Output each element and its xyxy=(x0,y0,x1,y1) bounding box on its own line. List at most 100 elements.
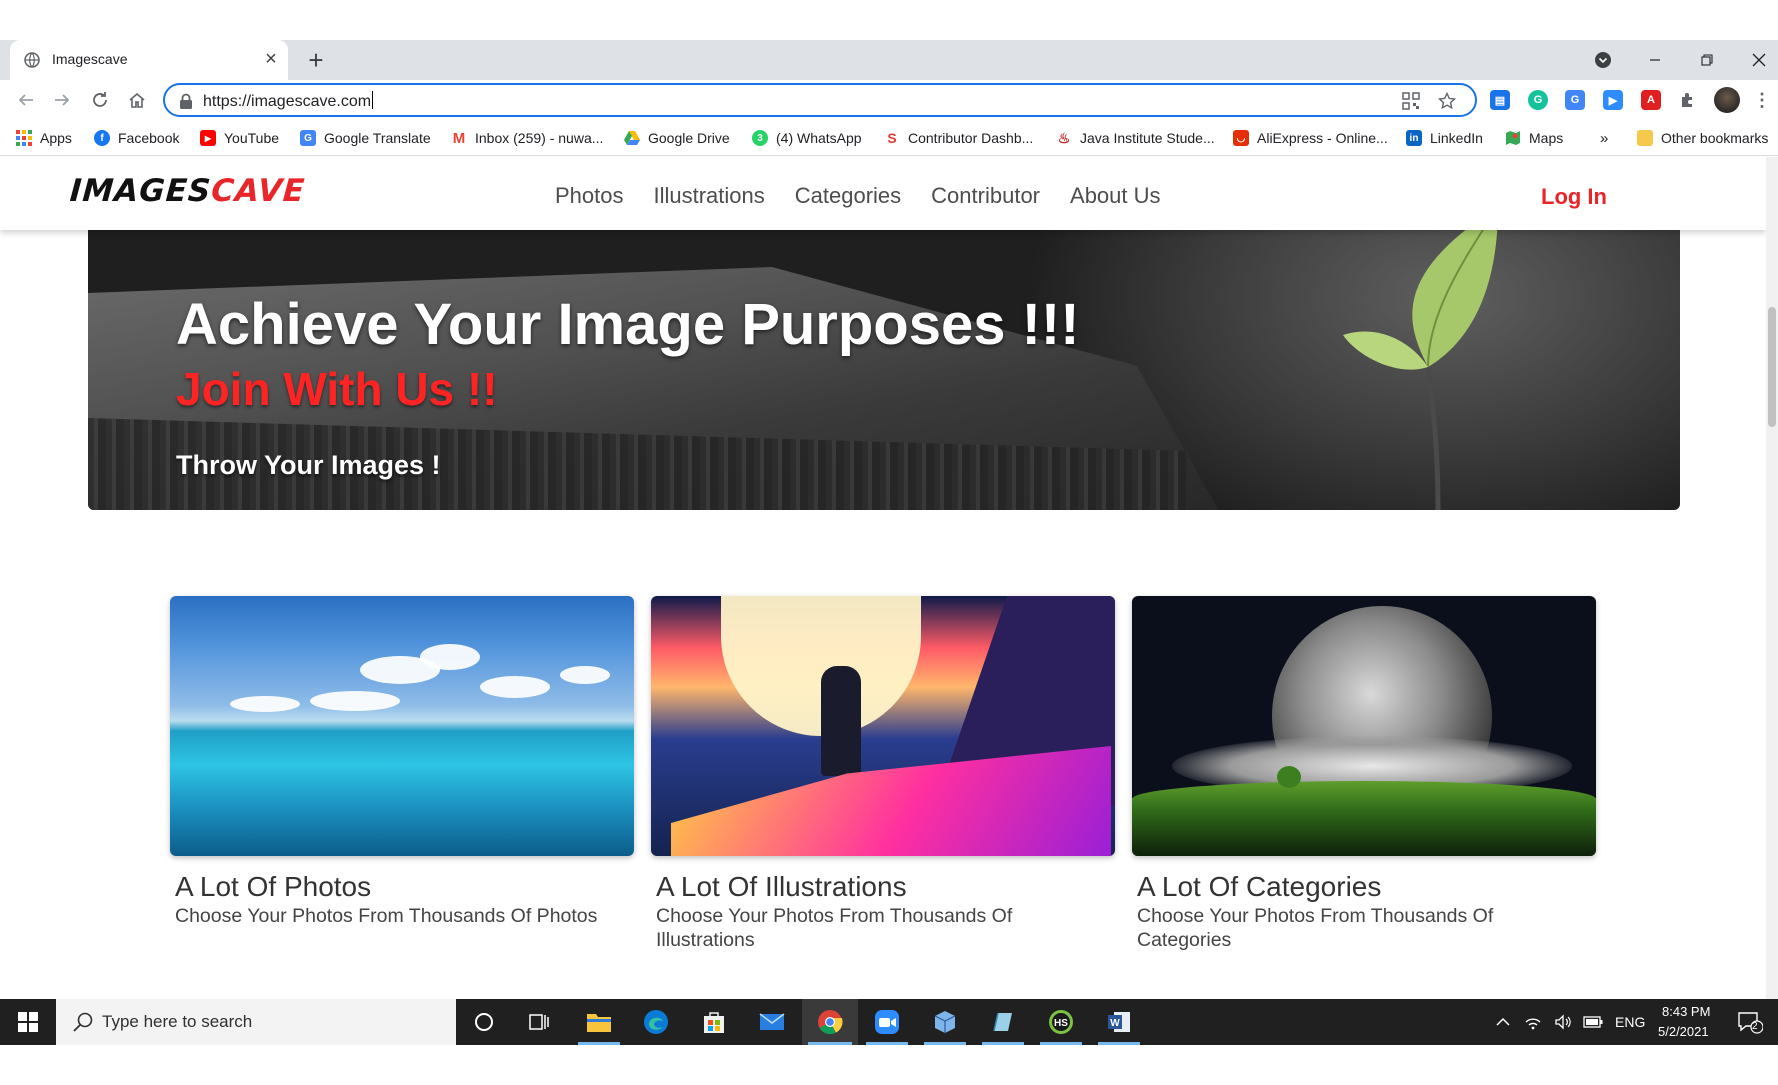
card-text: Choose Your Photos From Thousands Of Cat… xyxy=(1137,905,1494,951)
home-button[interactable] xyxy=(123,86,151,114)
chrome-icon[interactable] xyxy=(815,1007,845,1037)
site-logo[interactable]: IMAGESCAVE xyxy=(69,173,307,209)
virtualbox-icon[interactable] xyxy=(930,1007,960,1037)
synthwave-illustration-image[interactable] xyxy=(651,596,1115,856)
clock-time[interactable]: 8:43 PM xyxy=(1662,1004,1710,1019)
screen: Imagescave × + https://imagescave.com ▤ … xyxy=(0,0,1778,1085)
back-arrow-icon xyxy=(18,94,33,106)
windows-taskbar: Type here to search HS W ENG 8:43 PM 5/2… xyxy=(0,999,1778,1045)
apps-grid-icon xyxy=(16,130,32,146)
bookmark-star-button[interactable] xyxy=(1437,91,1457,111)
page-scrollbar[interactable] xyxy=(1766,157,1778,999)
youtube-icon: ▶ xyxy=(200,130,216,146)
feature-card-photos[interactable]: A Lot Of Photos Choose Your Photos From … xyxy=(170,596,634,928)
file-explorer-icon[interactable] xyxy=(584,1007,614,1037)
zoom-icon[interactable] xyxy=(872,1007,902,1037)
start-button[interactable] xyxy=(0,999,56,1045)
bookmark-label: Google Translate xyxy=(324,130,431,146)
bookmark-label: Contributor Dashb... xyxy=(908,130,1034,146)
nav-contributor[interactable]: Contributor xyxy=(931,183,1040,209)
bookmark-label: Facebook xyxy=(118,130,180,146)
nav-photos[interactable]: Photos xyxy=(555,183,624,209)
google-drive-icon xyxy=(624,130,640,146)
search-placeholder: Type here to search xyxy=(102,1012,253,1031)
bookmark-contributor-dashboard[interactable]: S Contributor Dashb... xyxy=(884,128,1033,148)
globe-icon xyxy=(24,52,40,68)
cortana-icon[interactable] xyxy=(469,1007,499,1037)
profile-avatar[interactable] xyxy=(1714,87,1740,113)
wifi-icon[interactable] xyxy=(1523,1007,1543,1037)
bookmark-google-drive[interactable]: Google Drive xyxy=(624,128,730,148)
grammarly-icon[interactable]: G xyxy=(1528,90,1548,110)
forward-button[interactable] xyxy=(48,86,76,114)
feature-card-categories[interactable]: A Lot Of Categories Choose Your Photos F… xyxy=(1132,596,1596,952)
nav-illustrations[interactable]: Illustrations xyxy=(654,183,765,209)
extension-translate-icon[interactable]: ▤ xyxy=(1490,90,1510,110)
zoom-ext-icon[interactable]: ▶ xyxy=(1603,90,1623,110)
battery-icon[interactable] xyxy=(1582,1007,1604,1037)
action-center-button[interactable]: 2 xyxy=(1735,1007,1765,1037)
input-language[interactable]: ENG xyxy=(1615,1014,1645,1030)
new-tab-button[interactable]: + xyxy=(302,46,330,74)
close-icon xyxy=(1752,53,1766,67)
nav-about-us[interactable]: About Us xyxy=(1070,183,1161,209)
home-icon xyxy=(129,92,145,108)
browser-tab[interactable]: Imagescave × xyxy=(10,40,288,80)
task-view-icon[interactable] xyxy=(524,1007,554,1037)
close-window-button[interactable] xyxy=(1736,40,1778,80)
clock-date[interactable]: 5/2/2021 xyxy=(1658,1024,1709,1039)
contributor-icon: S xyxy=(887,130,897,146)
google-translate-ext-icon[interactable]: G xyxy=(1565,90,1585,110)
store-icon[interactable] xyxy=(699,1007,729,1037)
acrobat-icon[interactable]: A xyxy=(1641,90,1661,110)
restore-icon xyxy=(1701,54,1713,66)
bookmark-whatsapp[interactable]: 3 (4) WhatsApp xyxy=(752,128,862,148)
maps-icon xyxy=(1505,130,1521,146)
bookmark-aliexpress[interactable]: ◡ AliExpress - Online... xyxy=(1233,128,1388,148)
more-bookmarks-button[interactable]: » xyxy=(1600,128,1608,148)
star-icon xyxy=(1438,92,1456,110)
card-title: A Lot Of Photos xyxy=(175,871,372,902)
taskbar-search-box[interactable]: Type here to search xyxy=(56,999,456,1045)
sea-photo-image[interactable] xyxy=(170,596,634,856)
feature-card-illustrations[interactable]: A Lot Of Illustrations Choose Your Photo… xyxy=(651,596,1115,952)
bookmark-apps[interactable]: Apps xyxy=(16,128,72,148)
bookmark-google-translate[interactable]: G Google Translate xyxy=(300,128,431,148)
mail-icon[interactable] xyxy=(757,1007,787,1037)
nav-categories[interactable]: Categories xyxy=(795,183,901,209)
notification-icon xyxy=(1738,1012,1763,1034)
show-hidden-icons-chevron-icon[interactable] xyxy=(1493,1007,1513,1037)
svg-text:W: W xyxy=(1110,1018,1120,1029)
bookmark-facebook[interactable]: f Facebook xyxy=(94,128,179,148)
bookmark-gmail[interactable]: M Inbox (259) - nuwa... xyxy=(451,128,604,148)
restore-button[interactable] xyxy=(1684,40,1730,80)
bookmark-linkedin[interactable]: in LinkedIn xyxy=(1406,128,1483,148)
minimize-button[interactable] xyxy=(1632,40,1678,80)
hs-app-icon[interactable]: HS xyxy=(1046,1007,1076,1037)
bookmark-youtube[interactable]: ▶ YouTube xyxy=(200,128,279,148)
bookmark-java-institute[interactable]: ♨ Java Institute Stude... xyxy=(1056,128,1215,148)
close-tab-icon[interactable]: × xyxy=(260,48,282,70)
login-link[interactable]: Log In xyxy=(1541,184,1607,210)
scrollbar-thumb[interactable] xyxy=(1768,307,1776,427)
reload-button[interactable] xyxy=(86,86,114,114)
bookmark-maps[interactable]: Maps xyxy=(1505,128,1563,148)
tab-search-button[interactable] xyxy=(1580,40,1626,80)
back-button[interactable] xyxy=(12,86,40,114)
qr-code-button[interactable] xyxy=(1401,91,1421,111)
address-bar[interactable]: https://imagescave.com xyxy=(163,83,1477,117)
notepad-app-icon[interactable] xyxy=(988,1007,1018,1037)
volume-icon[interactable] xyxy=(1553,1007,1573,1037)
planet-landscape-image[interactable] xyxy=(1132,596,1596,856)
reload-icon xyxy=(93,92,107,107)
edge-icon[interactable] xyxy=(641,1007,671,1037)
qr-code-icon xyxy=(1402,92,1420,110)
url-text[interactable]: https://imagescave.com xyxy=(203,91,373,111)
tab-strip: Imagescave × + xyxy=(0,40,1778,80)
word-icon[interactable]: W xyxy=(1104,1007,1134,1037)
browser-menu-icon[interactable]: ⋮ xyxy=(1752,90,1772,110)
other-bookmarks-folder[interactable]: Other bookmarks xyxy=(1637,128,1768,148)
google-translate-icon: G xyxy=(300,130,316,146)
page-viewport: IMAGESCAVE Photos Illustrations Categori… xyxy=(0,157,1778,999)
extensions-puzzle-icon[interactable] xyxy=(1678,90,1698,110)
